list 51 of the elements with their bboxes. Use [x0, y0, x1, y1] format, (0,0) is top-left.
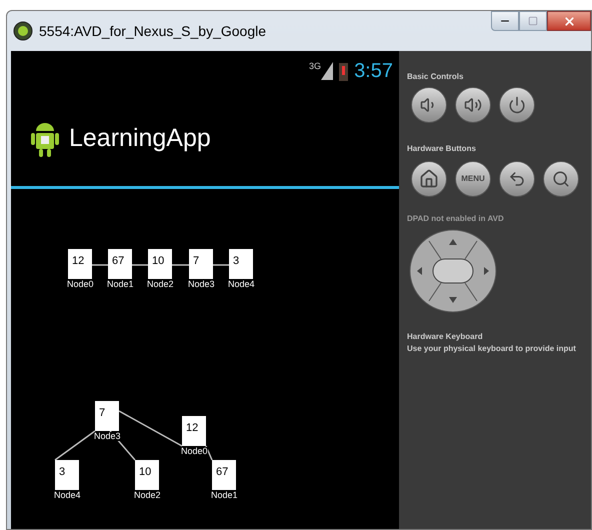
node-box: 12	[182, 416, 206, 446]
android-emulator-icon	[13, 21, 33, 41]
back-button[interactable]	[499, 161, 535, 197]
menu-button[interactable]: MENU	[455, 161, 491, 197]
node-label: Node0	[67, 280, 94, 289]
volume-down-button[interactable]	[411, 87, 447, 123]
node-box: 67	[108, 249, 132, 279]
keyboard-note: Use your physical keyboard to provide input	[407, 345, 577, 353]
section-title: Hardware Buttons	[407, 145, 477, 153]
android-robot-icon	[31, 120, 59, 156]
app-title: LearningApp	[69, 122, 211, 154]
battery-icon	[339, 61, 348, 81]
node-box: 10	[148, 249, 172, 279]
volume-up-button[interactable]	[455, 87, 491, 123]
status-time: 3:57	[354, 61, 393, 81]
node-box: 7	[95, 401, 119, 431]
node-box: 3	[229, 249, 253, 279]
power-button[interactable]	[499, 87, 535, 123]
maximize-button[interactable]	[519, 11, 547, 31]
node-label: Node2	[147, 280, 174, 289]
node-box: 12	[68, 249, 92, 279]
power-icon	[508, 96, 526, 114]
tree-edge-line	[54, 430, 96, 461]
network-label: 3G	[309, 62, 322, 71]
search-icon	[552, 170, 570, 188]
node-label: Node3	[94, 432, 121, 441]
node-label: Node4	[54, 491, 81, 500]
home-button[interactable]	[411, 161, 447, 197]
back-icon	[508, 170, 526, 188]
node-box: 7	[189, 249, 213, 279]
section-title: Basic Controls	[407, 73, 464, 81]
minimize-button[interactable]	[491, 11, 519, 31]
node-label: Node0	[181, 447, 208, 456]
signal-icon	[321, 62, 334, 80]
maximize-icon	[528, 16, 538, 26]
node-box: 67	[212, 460, 236, 490]
dpad-note: DPAD not enabled in AVD	[407, 215, 505, 223]
close-button[interactable]	[547, 11, 591, 31]
node-label: Node1	[107, 280, 134, 289]
search-button[interactable]	[543, 161, 579, 197]
window-title: 5554:AVD_for_Nexus_S_by_Google	[39, 22, 266, 41]
keyboard-title: Hardware Keyboard	[407, 333, 484, 341]
home-icon	[419, 169, 439, 189]
node-label: Node3	[188, 280, 215, 289]
node-label: Node4	[228, 280, 255, 289]
close-icon	[562, 14, 576, 28]
node-box: 3	[55, 460, 79, 490]
node-label: Node2	[134, 491, 161, 500]
node-label: Node1	[211, 491, 238, 500]
node-box: 10	[135, 460, 159, 490]
volume-up-icon	[464, 96, 482, 114]
